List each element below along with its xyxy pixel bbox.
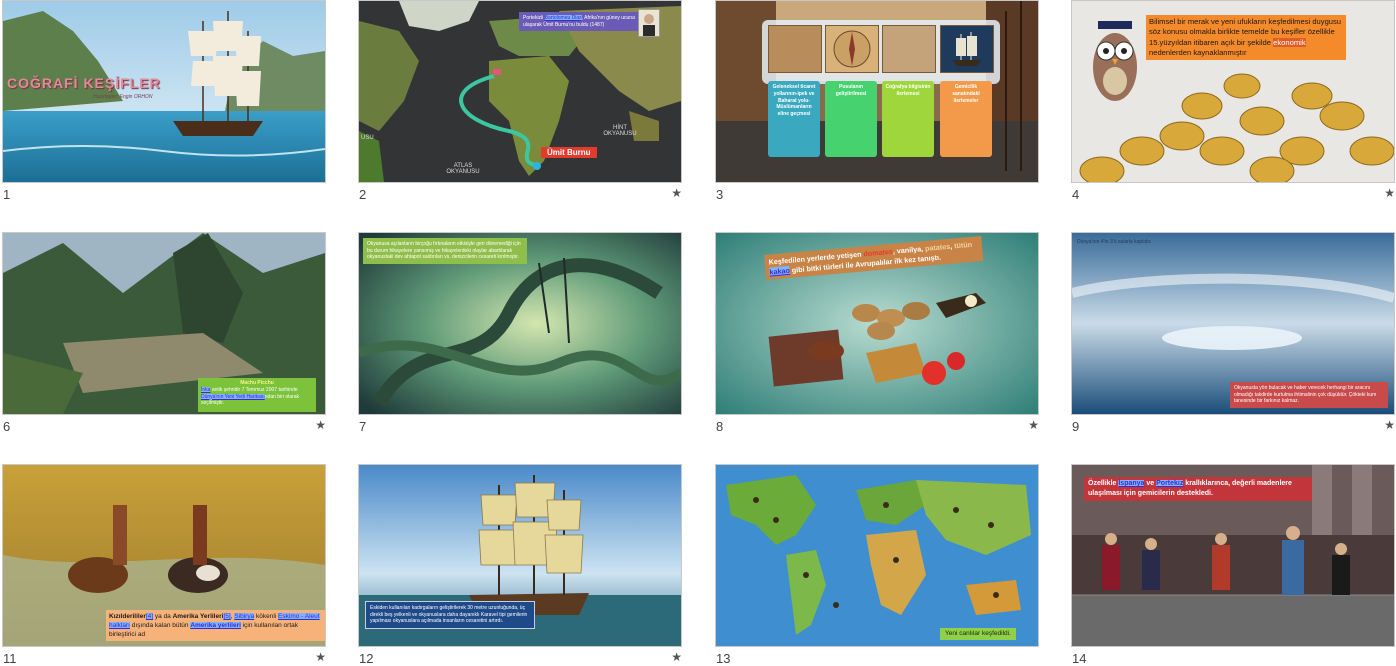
ekonomik-link[interactable]: ekonomik — [1273, 37, 1306, 47]
slide-2-caption: Portekizli Bartolomeu Dias, Afrika'nın g… — [519, 12, 643, 31]
caption-link[interactable]: Bartolomeu Dias — [544, 15, 582, 21]
slide-14-textbox: Özellikle İspanya ve Portekiz krallıklar… — [1084, 477, 1312, 501]
ref-link-5[interactable]: [5] — [223, 613, 231, 620]
slide-number: 13 — [716, 651, 731, 666]
card-3-text: Gemicilik sanatındaki ilerlemeler — [952, 84, 980, 104]
ref-link-4[interactable]: [4] — [145, 613, 154, 620]
card-image-camels — [768, 25, 822, 73]
slide-14-thumbnail[interactable]: Özellikle İspanya ve Portekiz krallıklar… — [1071, 464, 1395, 647]
portrait-image — [638, 9, 660, 37]
slide-6-thumbnail[interactable]: Machu Picchu İnka antik şehridir 7 Temmu… — [2, 232, 326, 415]
slide-7-caption: Okyanusa açılanların birçoğu fırtınaları… — [363, 238, 527, 264]
slide-13-caption: Yeni canlılar keşfedildi. — [940, 628, 1016, 641]
slide-11-thumbnail[interactable]: Kızılderililer[4] ya da Amerika Yerliler… — [2, 464, 326, 647]
star-icon: ★ — [315, 650, 326, 664]
slide-2-thumbnail[interactable]: Portekizli Bartolomeu Dias, Afrika'nın g… — [358, 0, 682, 183]
infobox-body: İnka antik şehridir 7 Temmuz 2007 tarihi… — [198, 386, 316, 408]
atlantic-ocean-label: ATLAS OKYANUSU — [446, 163, 480, 175]
ship-painting-image — [3, 1, 325, 182]
infobox-text: antik şehridir — [210, 387, 241, 393]
card-image-old-map — [882, 25, 936, 73]
caption-text: Portekizli — [523, 15, 544, 21]
card-1-text: Pusulanın geliştirilmesi — [835, 84, 867, 97]
ocean-label-partial: USU — [361, 135, 374, 141]
indian-ocean-label: HİNT OKYANUSU — [603, 125, 637, 137]
slide-4-thumbnail[interactable]: Bilimsel bir merak ve yeni ufukların keş… — [1071, 0, 1395, 183]
slide-12-caption: Eskiden kullanılan kadırgaların geliştir… — [365, 601, 535, 629]
animal-world-map-image — [716, 465, 1038, 646]
slide-1-author: Hazırlayan: Engin ORHON — [93, 94, 153, 100]
amerika-yerlileri-link[interactable]: Amerika yerlileri — [190, 622, 241, 630]
star-icon: ★ — [1384, 186, 1395, 200]
slide-number: 9 — [1072, 419, 1080, 434]
card-3: Gemicilik sanatındaki ilerlemeler — [940, 81, 992, 157]
slide-13-thumbnail[interactable]: Yeni canlılar keşfedildi. — [715, 464, 1039, 647]
sibirya-link[interactable]: Sibirya — [234, 613, 255, 620]
amerika-yerlileri-term: Amerika Yerlileri — [172, 613, 224, 620]
slide-number: 7 — [359, 419, 367, 434]
kakao-link[interactable]: kakao — [769, 265, 791, 277]
slide-14-text: Özellikle — [1088, 480, 1119, 487]
slide-number: 4 — [1072, 187, 1080, 202]
star-icon: ★ — [315, 418, 326, 432]
card-image-ship — [940, 25, 994, 73]
star-icon: ★ — [1384, 418, 1395, 432]
card-2-text: Coğrafya bilgisinin ilerlemesi — [885, 84, 931, 97]
infobox-title: Machu Picchu — [240, 380, 274, 386]
slide-number: 6 — [3, 419, 11, 434]
slide-number: 14 — [1072, 651, 1087, 666]
infobox-text-2: 7 Temmuz 2007 tarihinde — [240, 387, 298, 393]
tutun-word: tütün — [953, 239, 973, 251]
kizilderililer-term: Kızılderililer — [109, 613, 146, 620]
slide-3-thumbnail[interactable]: Geleneksel ticaret yollarının-ipek ve Ba… — [715, 0, 1039, 183]
owl-mascot-icon — [1084, 19, 1146, 111]
slide-1-title: COĞRAFİ KEŞİFLER — [7, 75, 161, 91]
slide-number: 12 — [359, 651, 374, 666]
cape-label: Ümit Burnu — [541, 147, 597, 158]
slide-8-thumbnail[interactable]: Keşfedilen yerlerde yetişen domates, van… — [715, 232, 1039, 415]
patates-word: patates — [924, 241, 951, 253]
slide-4-text-end: nedenlerden kaynaklanmıştır — [1149, 47, 1247, 57]
slide-4-text: Bilimsel bir merak ve yeni ufukların keş… — [1149, 17, 1342, 47]
slide-14-text-2: ve — [1144, 480, 1157, 487]
star-icon: ★ — [671, 650, 682, 664]
slide-number: 3 — [716, 187, 724, 202]
ispanya-link[interactable]: İspanya — [1118, 480, 1145, 487]
slide-11-text: ya da — [153, 613, 173, 620]
portekiz-link[interactable]: Portekiz — [1156, 480, 1184, 487]
slide-number: 8 — [716, 419, 724, 434]
slide-9-bottom-text: Okyanusta yön bulacak ve haber verecek h… — [1230, 382, 1388, 408]
slide-number: 2 — [359, 187, 367, 202]
card-image-compass — [825, 25, 879, 73]
slide-7-thumbnail[interactable]: Okyanusa açılanların birçoğu fırtınaları… — [358, 232, 682, 415]
slide-number: 1 — [3, 187, 11, 202]
slide-number: 11 — [3, 651, 17, 666]
card-1: Pusulanın geliştirilmesi — [825, 81, 877, 157]
slide-12-thumbnail[interactable]: Eskiden kullanılan kadırgaların geliştir… — [358, 464, 682, 647]
slide-9-thumbnail[interactable]: Dünya'nın 4'te 3'ü sularla kaplıdır. Oky… — [1071, 232, 1395, 415]
star-icon: ★ — [671, 186, 682, 200]
slide-1-thumbnail[interactable]: COĞRAFİ KEŞİFLER Hazırlayan: Engin ORHON — [2, 0, 326, 183]
star-icon: ★ — [1028, 418, 1039, 432]
slide-9-top-text: Dünya'nın 4'te 3'ü sularla kaplıdır. — [1077, 239, 1152, 245]
slide-11-textbox: Kızılderililer[4] ya da Amerika Yerliler… — [106, 610, 325, 642]
slide-4-textbox: Bilimsel bir merak ve yeni ufukların keş… — [1146, 15, 1346, 60]
card-0: Geleneksel ticaret yollarının-ipek ve Ba… — [768, 81, 820, 157]
card-2: Coğrafya bilgisinin ilerlemesi — [882, 81, 934, 157]
card-0-text: Geleneksel ticaret yollarının-ipek ve Ba… — [772, 84, 816, 117]
wonders-link[interactable]: Dünya'nın Yeni Yedi Harikası — [201, 393, 265, 400]
slide-11-text-4: dışında kalan bütün — [129, 622, 191, 630]
slide-11-text-3: kökenli — [254, 613, 279, 620]
slide-6-infobox: Machu Picchu İnka antik şehridir 7 Temmu… — [198, 378, 316, 412]
